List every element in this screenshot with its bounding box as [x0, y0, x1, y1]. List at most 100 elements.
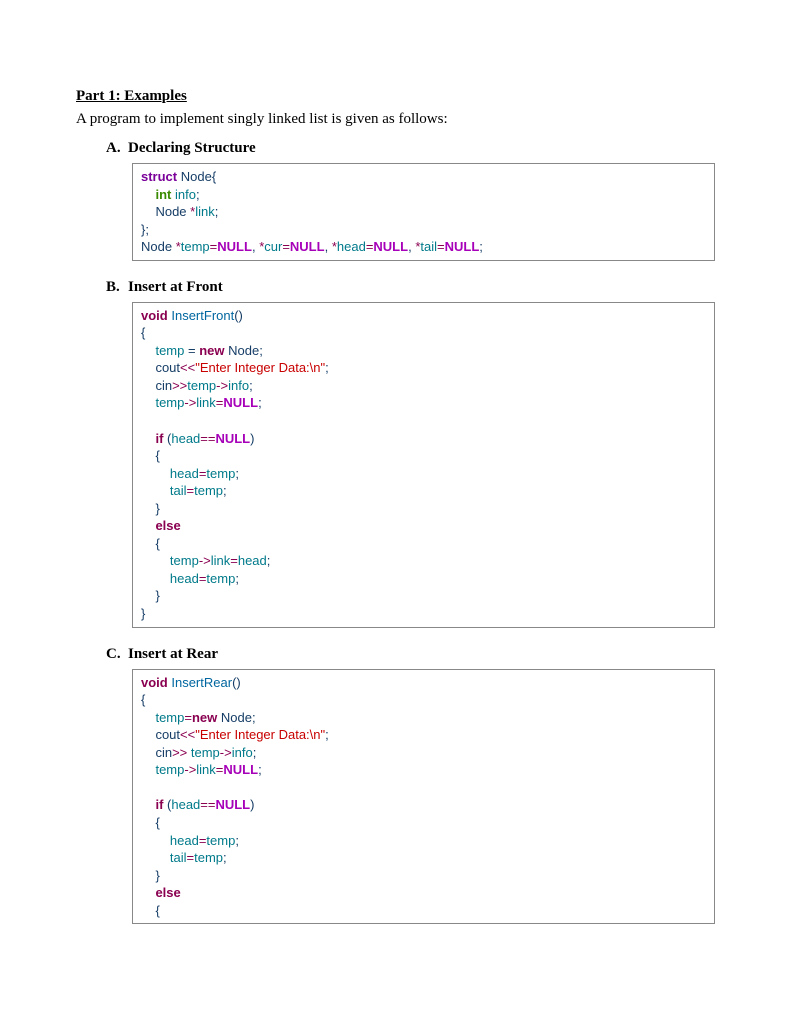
- semi: ;: [258, 762, 262, 777]
- semi: ;: [249, 378, 253, 393]
- null-literal: NULL: [445, 239, 480, 254]
- code-block-b: void InsertFront(){ temp = new Node; cou…: [132, 302, 715, 628]
- ident-cout: cout: [155, 727, 180, 742]
- brace: }: [155, 868, 159, 883]
- var-temp: temp: [194, 483, 223, 498]
- op-lsh: <<: [180, 727, 195, 742]
- semi: ;: [259, 343, 263, 358]
- brace: }: [155, 501, 159, 516]
- var-temp: temp: [206, 466, 235, 481]
- brace: }: [141, 606, 145, 621]
- var-temp: temp: [155, 710, 184, 725]
- var-temp: temp: [155, 343, 184, 358]
- semi: ;: [223, 483, 227, 498]
- section-b-heading: B.Insert at Front: [106, 279, 715, 296]
- ident-cin: cin: [155, 745, 172, 760]
- comma: ,: [325, 239, 329, 254]
- ident-node: Node: [181, 169, 212, 184]
- brace: {: [155, 448, 159, 463]
- kw-else: else: [155, 518, 180, 533]
- op-eq: =: [187, 850, 195, 865]
- kw-new: new: [199, 343, 224, 358]
- var-temp: temp: [194, 850, 223, 865]
- semi: ;: [196, 187, 200, 202]
- var-tail: tail: [170, 483, 187, 498]
- null-literal: NULL: [223, 762, 258, 777]
- op-eqeq: ==: [200, 797, 215, 812]
- var-cur: cur: [264, 239, 282, 254]
- op-eq: =: [230, 553, 238, 568]
- section-c-title: Insert at Rear: [128, 646, 218, 662]
- paren: ): [250, 431, 254, 446]
- section-b-letter: B.: [106, 279, 128, 296]
- op-arrow: ->: [199, 553, 211, 568]
- var-head: head: [170, 466, 199, 481]
- var-head: head: [170, 833, 199, 848]
- semi: ;: [223, 850, 227, 865]
- ident-node: Node: [221, 710, 252, 725]
- comma: ,: [252, 239, 256, 254]
- null-literal: NULL: [223, 395, 258, 410]
- page: Part 1: Examples A program to implement …: [0, 0, 791, 964]
- var-link: link: [196, 395, 216, 410]
- var-temp: temp: [191, 745, 220, 760]
- kw-new: new: [192, 710, 217, 725]
- ident-node: Node: [228, 343, 259, 358]
- semi: ;: [253, 745, 257, 760]
- section-c-heading: C.Insert at Rear: [106, 646, 715, 663]
- var-info: info: [175, 187, 196, 202]
- op-lsh: <<: [180, 360, 195, 375]
- var-temp: temp: [181, 239, 210, 254]
- var-info: info: [228, 378, 249, 393]
- null-literal: NULL: [373, 239, 408, 254]
- var-head: head: [170, 571, 199, 586]
- semi: ;: [235, 571, 239, 586]
- var-link: link: [196, 762, 216, 777]
- var-temp: temp: [206, 833, 235, 848]
- kw-void: void: [141, 308, 168, 323]
- var-link: link: [211, 553, 231, 568]
- paren: (): [232, 675, 241, 690]
- brace: }: [155, 588, 159, 603]
- string-literal: "Enter Integer Data:\n": [195, 360, 325, 375]
- semi: ;: [258, 395, 262, 410]
- op-eq: =: [184, 710, 192, 725]
- ident-cin: cin: [155, 378, 172, 393]
- part-title: Part 1: Examples: [76, 88, 715, 105]
- null-literal: NULL: [215, 797, 250, 812]
- semi: ;: [479, 239, 483, 254]
- brace: {: [155, 815, 159, 830]
- var-temp: temp: [170, 553, 199, 568]
- var-temp: temp: [155, 395, 184, 410]
- brace: };: [141, 222, 149, 237]
- brace: {: [155, 903, 159, 918]
- kw-struct: struct: [141, 169, 177, 184]
- semi: ;: [267, 553, 271, 568]
- var-tail: tail: [420, 239, 437, 254]
- section-b-title: Insert at Front: [128, 279, 223, 295]
- section-a-title: Declaring Structure: [128, 140, 256, 156]
- comma: ,: [408, 239, 412, 254]
- null-literal: NULL: [217, 239, 252, 254]
- var-temp: temp: [155, 762, 184, 777]
- var-head: head: [171, 797, 200, 812]
- var-info: info: [232, 745, 253, 760]
- kw-else: else: [155, 885, 180, 900]
- paren: (): [234, 308, 243, 323]
- semi: ;: [325, 727, 329, 742]
- null-literal: NULL: [215, 431, 250, 446]
- op-arrow: ->: [216, 378, 228, 393]
- section-a-heading: A.Declaring Structure: [106, 140, 715, 157]
- op-eq: =: [437, 239, 445, 254]
- semi: ;: [235, 466, 239, 481]
- brace: {: [212, 169, 216, 184]
- op-arrow: ->: [220, 745, 232, 760]
- section-a-letter: A.: [106, 140, 128, 157]
- op-eqeq: ==: [200, 431, 215, 446]
- op-arrow: ->: [184, 762, 196, 777]
- op-arrow: ->: [184, 395, 196, 410]
- code-block-c: void InsertRear(){ temp=new Node; cout<<…: [132, 669, 715, 925]
- var-temp: temp: [187, 378, 216, 393]
- semi: ;: [215, 204, 219, 219]
- semi: ;: [235, 833, 239, 848]
